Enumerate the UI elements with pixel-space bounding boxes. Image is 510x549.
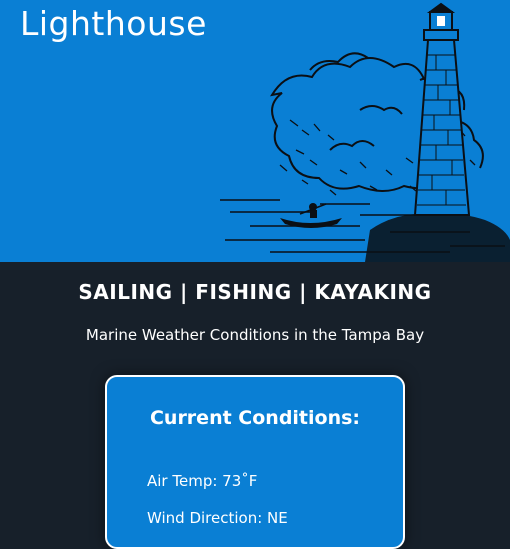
hero-banner: Lighthouse <box>0 0 510 262</box>
conditions-title: Current Conditions: <box>149 407 361 429</box>
marine-weather-subtitle: Marine Weather Conditions in the Tampa B… <box>85 326 425 344</box>
activities-heading: SAILING | FISHING | KAYAKING <box>78 280 432 304</box>
lighthouse-illustration <box>220 2 510 262</box>
site-title: Lighthouse <box>20 4 207 43</box>
wind-direction-value: Wind Direction: NE <box>147 509 288 527</box>
air-temp-value: Air Temp: 73˚F <box>147 472 258 490</box>
current-conditions-card: Current Conditions: Air Temp: 73˚F Wind … <box>105 375 405 549</box>
